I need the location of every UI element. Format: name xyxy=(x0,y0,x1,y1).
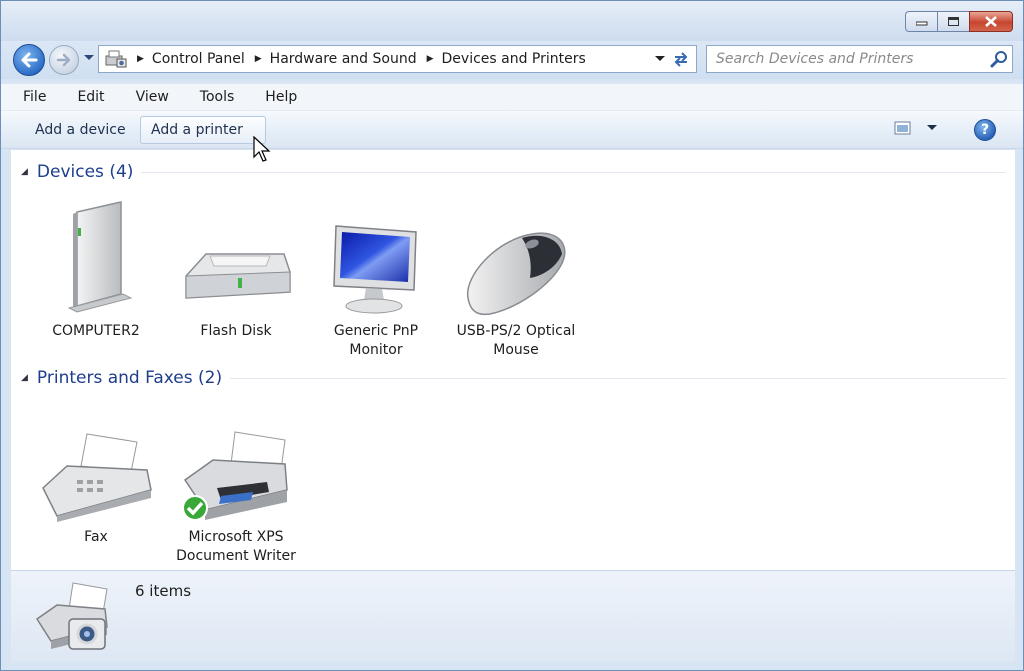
flash-disk-icon xyxy=(185,253,291,299)
help-icon: ? xyxy=(980,122,990,138)
group-header-devices[interactable]: ◢ Devices (4) xyxy=(21,162,1006,182)
maximize-icon xyxy=(947,16,959,26)
devices-and-printers-icon xyxy=(35,582,108,650)
collapse-triangle-icon[interactable]: ◢ xyxy=(21,373,28,383)
refresh-button[interactable] xyxy=(670,49,692,69)
details-pane: 6 items xyxy=(11,570,1015,662)
command-bar: Add a device Add a printer ? xyxy=(1,111,1023,149)
menu-bar: File Edit View Tools Help xyxy=(1,83,1023,111)
menu-file[interactable]: File xyxy=(15,87,50,107)
back-button[interactable] xyxy=(13,44,45,76)
change-view-icon xyxy=(894,121,911,135)
breadcrumb-separator-icon[interactable]: ▶ xyxy=(137,54,144,64)
maximize-button[interactable] xyxy=(937,11,969,32)
close-icon xyxy=(985,16,997,27)
navigation-bar: ▶ Control Panel ▶ Hardware and Sound ▶ D… xyxy=(1,41,1023,79)
add-printer-button[interactable]: Add a printer xyxy=(140,116,266,144)
minimize-icon xyxy=(915,21,927,25)
menu-help[interactable]: Help xyxy=(257,87,301,107)
breadcrumb-hardware-and-sound[interactable]: Hardware and Sound xyxy=(270,51,417,67)
group-divider xyxy=(230,377,1006,379)
menu-tools[interactable]: Tools xyxy=(192,87,239,107)
minimize-button[interactable] xyxy=(905,11,937,32)
breadcrumb-control-panel[interactable]: Control Panel xyxy=(152,51,245,67)
search-icon[interactable] xyxy=(986,47,1012,71)
mouse-cursor-icon xyxy=(253,136,271,162)
address-history-dropdown-icon[interactable] xyxy=(654,55,666,63)
printer-label: Fax xyxy=(84,529,108,545)
address-bar[interactable]: ▶ Control Panel ▶ Hardware and Sound ▶ D… xyxy=(98,45,697,73)
content-pane: ◢ Devices (4) COMPUTER2 Flash Disk Gener… xyxy=(11,150,1015,570)
close-button[interactable] xyxy=(969,11,1013,32)
menu-view[interactable]: View xyxy=(128,87,173,107)
default-printer-check-icon xyxy=(182,495,208,521)
breadcrumb-devices-and-printers[interactable]: Devices and Printers xyxy=(442,51,586,67)
group-title: Printers and Faxes (2) xyxy=(36,368,223,388)
explorer-window: ▶ Control Panel ▶ Hardware and Sound ▶ D… xyxy=(0,0,1024,671)
device-item-generic-pnp-monitor[interactable]: Generic PnP Monitor xyxy=(311,196,441,360)
view-options-dropdown-icon[interactable] xyxy=(926,124,938,132)
device-label: Generic PnP Monitor xyxy=(333,323,419,358)
printer-label: Microsoft XPS Document Writer xyxy=(176,529,296,564)
device-label: COMPUTER2 xyxy=(52,323,140,339)
back-arrow-icon xyxy=(21,52,38,68)
change-view-button[interactable] xyxy=(894,121,938,135)
caption-buttons xyxy=(905,11,1013,32)
search-box[interactable]: Search Devices and Printers xyxy=(706,45,1013,73)
menu-edit[interactable]: Edit xyxy=(69,87,108,107)
forward-arrow-icon xyxy=(56,53,71,67)
search-input[interactable]: Search Devices and Printers xyxy=(707,51,986,67)
computer-icon xyxy=(67,201,133,313)
title-bar[interactable] xyxy=(1,1,1023,41)
device-item-flash-disk[interactable]: Flash Disk xyxy=(171,196,301,341)
forward-button[interactable] xyxy=(49,45,79,75)
collapse-triangle-icon[interactable]: ◢ xyxy=(21,167,28,177)
breadcrumb-separator-icon[interactable]: ▶ xyxy=(255,54,262,64)
add-device-button[interactable]: Add a device xyxy=(24,116,137,144)
recent-pages-dropdown-icon[interactable] xyxy=(83,54,95,62)
breadcrumb-separator-icon[interactable]: ▶ xyxy=(427,54,434,64)
mouse-icon xyxy=(467,232,566,316)
help-button[interactable]: ? xyxy=(974,119,996,141)
device-label: Flash Disk xyxy=(200,323,272,339)
monitor-icon xyxy=(333,225,417,314)
refresh-icon xyxy=(674,52,688,67)
devices-printers-small-icon xyxy=(105,50,127,68)
fax-icon xyxy=(42,433,152,522)
printer-item-fax[interactable]: Fax xyxy=(31,402,161,547)
device-item-computer2[interactable]: COMPUTER2 xyxy=(31,196,161,341)
group-header-printers-and-faxes[interactable]: ◢ Printers and Faxes (2) xyxy=(21,368,1006,388)
group-title: Devices (4) xyxy=(36,162,134,182)
printer-item-microsoft-xps-document-writer[interactable]: Microsoft XPS Document Writer xyxy=(171,402,301,566)
device-label: USB-PS/2 Optical Mouse xyxy=(456,323,576,358)
device-item-usb-ps2-optical-mouse[interactable]: USB-PS/2 Optical Mouse xyxy=(451,196,581,360)
item-count: 6 items xyxy=(135,582,192,600)
group-divider xyxy=(141,171,1006,173)
